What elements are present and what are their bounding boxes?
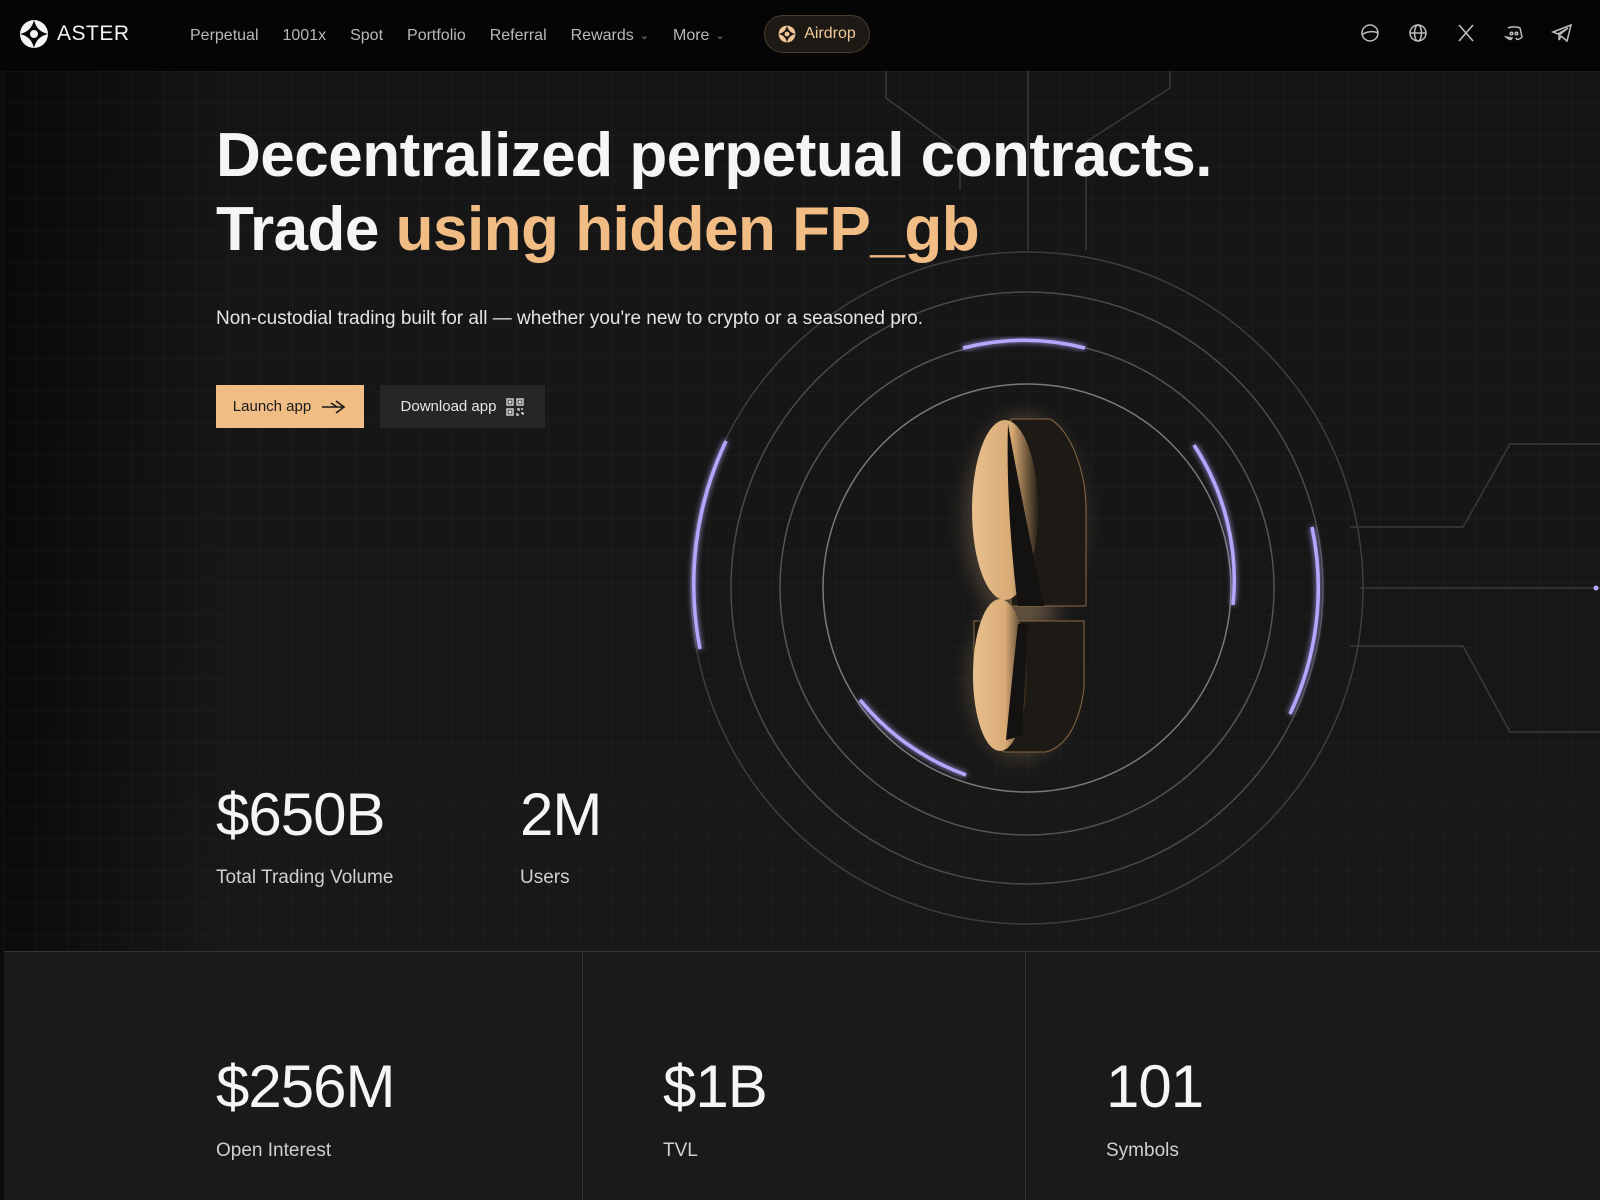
hero-subtitle: Non-custodial trading built for all — wh…: [216, 308, 923, 329]
nav-link-perpetual[interactable]: Perpetual: [190, 27, 259, 45]
discord-icon[interactable]: [1502, 21, 1526, 45]
airdrop-button[interactable]: Airdrop: [764, 15, 870, 53]
nav-link-spot[interactable]: Spot: [350, 27, 383, 45]
nav-social-icons: [1358, 21, 1574, 45]
column-divider: [1025, 952, 1026, 1200]
nav-link-rewards-label: Rewards: [570, 26, 634, 44]
telegram-icon[interactable]: [1550, 21, 1574, 45]
stat-total-volume-label: Total Trading Volume: [216, 867, 394, 888]
stat-tvl-label: TVL: [663, 1140, 698, 1161]
hero-headline-line2: Trade using hidden FP_gb: [216, 193, 1212, 267]
brand-logo[interactable]: ASTER: [19, 19, 130, 49]
nav-links: Perpetual 1001x Spot Portfolio Referral …: [190, 0, 725, 71]
nav-link-referral[interactable]: Referral: [490, 27, 547, 45]
column-divider: [582, 952, 583, 1200]
download-app-label: Download app: [400, 398, 497, 415]
hero-headline-line1: Decentralized perpetual contracts.: [216, 121, 1212, 190]
docs-icon[interactable]: [1358, 21, 1382, 45]
nav-dropdown-more[interactable]: More ⌄: [673, 27, 725, 45]
launch-app-button[interactable]: Launch app: [216, 385, 364, 428]
nav-link-more-label: More: [672, 26, 710, 44]
chevron-down-icon: ⌄: [639, 30, 649, 42]
download-app-button[interactable]: Download app: [380, 385, 545, 428]
stat-symbols-value: 101: [1106, 1053, 1204, 1120]
stat-users-label: Users: [520, 867, 570, 888]
page: ASTER Perpetual 1001x Spot Portfolio Ref…: [0, 0, 1600, 1200]
top-nav: ASTER Perpetual 1001x Spot Portfolio Ref…: [0, 0, 1600, 71]
hero-headline-prefix: Trade: [216, 195, 396, 264]
hero-headline-accent: using hidden FP_gb: [395, 195, 980, 264]
stat-tvl-value: $1B: [663, 1053, 768, 1120]
nav-link-portfolio[interactable]: Portfolio: [407, 27, 466, 45]
aster-logo-icon: [778, 25, 796, 43]
airdrop-label: Airdrop: [804, 25, 856, 42]
x-icon[interactable]: [1454, 21, 1478, 45]
chevron-down-icon: ⌄: [715, 30, 725, 42]
stat-total-volume-value: $650B: [216, 781, 385, 848]
stat-users-value: 2M: [520, 781, 602, 848]
brand-name: ASTER: [57, 22, 130, 45]
hero-headline: Decentralized perpetual contracts. Trade…: [216, 119, 1212, 267]
launch-app-label: Launch app: [232, 398, 312, 415]
nav-link-1001x[interactable]: 1001x: [283, 27, 327, 45]
qr-code-icon: [506, 397, 525, 416]
stat-open-interest-label: Open Interest: [216, 1140, 332, 1161]
globe-icon[interactable]: [1406, 21, 1430, 45]
stat-open-interest-value: $256M: [216, 1053, 395, 1120]
arrow-right-icon: [322, 399, 346, 414]
stat-symbols-label: Symbols: [1106, 1140, 1179, 1161]
nav-dropdown-rewards[interactable]: Rewards ⌄: [571, 27, 649, 45]
aster-logo-icon: [20, 20, 48, 48]
